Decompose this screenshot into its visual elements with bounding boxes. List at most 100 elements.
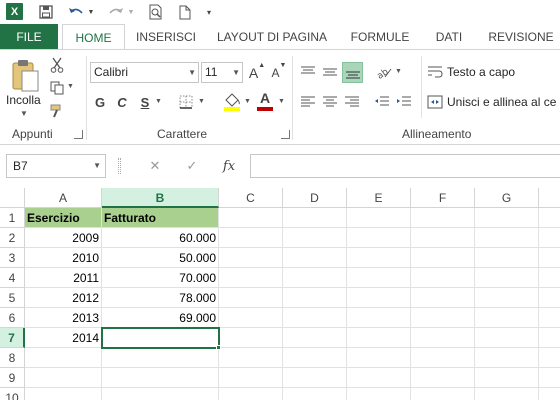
empty-cell[interactable] xyxy=(411,208,475,228)
empty-cell[interactable] xyxy=(411,328,475,348)
insert-function-icon[interactable]: fx xyxy=(218,156,240,176)
redo-dropdown-icon[interactable]: ▼ xyxy=(126,2,136,22)
align-left-icon[interactable] xyxy=(298,92,318,112)
print-preview-icon[interactable] xyxy=(146,2,166,22)
tab-formulas[interactable]: FORMULE xyxy=(344,24,416,50)
empty-cell[interactable] xyxy=(283,388,347,400)
empty-cell[interactable] xyxy=(475,348,539,368)
paste-dropdown-icon[interactable]: ▼ xyxy=(20,109,28,118)
cell-b4[interactable]: 70.000 xyxy=(102,268,219,288)
empty-cell[interactable] xyxy=(539,308,560,328)
orientation-dropdown-icon[interactable]: ▼ xyxy=(395,68,402,75)
empty-cell[interactable] xyxy=(411,308,475,328)
cell-a5[interactable]: 2012 xyxy=(25,288,102,308)
align-center-icon[interactable] xyxy=(320,92,340,112)
empty-cell[interactable] xyxy=(539,348,560,368)
empty-cell[interactable] xyxy=(475,288,539,308)
cell-b5[interactable]: 78.000 xyxy=(102,288,219,308)
decrease-indent-icon[interactable] xyxy=(372,92,392,112)
bold-button[interactable]: G xyxy=(92,92,108,112)
font-name-combo[interactable]: Calibri ▼ xyxy=(90,62,199,83)
align-right-icon[interactable] xyxy=(342,92,362,112)
copy-dropdown-icon[interactable]: ▼ xyxy=(67,83,74,90)
row-header-10[interactable]: 10 xyxy=(0,388,25,400)
empty-cell[interactable] xyxy=(539,328,560,348)
empty-cell[interactable] xyxy=(219,228,283,248)
empty-cell[interactable] xyxy=(411,388,475,400)
undo-dropdown-icon[interactable]: ▼ xyxy=(86,2,96,22)
merge-center-label[interactable]: Unisci e allinea al ce xyxy=(447,95,556,109)
empty-cell[interactable] xyxy=(283,208,347,228)
empty-cell[interactable] xyxy=(411,228,475,248)
empty-cell[interactable] xyxy=(347,328,411,348)
tab-review[interactable]: REVISIONE xyxy=(482,24,560,50)
borders-dropdown-icon[interactable]: ▼ xyxy=(198,98,205,105)
empty-cell[interactable] xyxy=(539,208,560,228)
select-all-corner[interactable] xyxy=(0,188,25,208)
empty-cell[interactable] xyxy=(347,248,411,268)
empty-cell[interactable] xyxy=(475,208,539,228)
borders-icon[interactable] xyxy=(178,93,194,111)
empty-cell[interactable] xyxy=(539,388,560,400)
cell-a4[interactable]: 2011 xyxy=(25,268,102,288)
font-color-button[interactable]: A xyxy=(256,90,274,112)
name-box[interactable]: B7 ▼ xyxy=(6,154,106,178)
enter-icon[interactable]: ✓ xyxy=(182,156,202,176)
empty-cell[interactable] xyxy=(411,288,475,308)
empty-cell[interactable] xyxy=(283,368,347,388)
cell-b2[interactable]: 60.000 xyxy=(102,228,219,248)
paste-label[interactable]: Incolla xyxy=(6,93,41,107)
fill-color-icon[interactable] xyxy=(222,90,242,112)
column-header-g[interactable]: G xyxy=(475,188,539,208)
empty-cell[interactable] xyxy=(25,348,102,368)
empty-cell[interactable] xyxy=(219,268,283,288)
empty-cell[interactable] xyxy=(347,268,411,288)
tab-file[interactable]: FILE xyxy=(0,24,58,50)
column-header-b[interactable]: B xyxy=(102,188,219,208)
column-header-a[interactable]: A xyxy=(25,188,102,208)
undo-icon[interactable] xyxy=(66,2,86,22)
font-launcher-icon[interactable] xyxy=(281,130,290,139)
row-header-4[interactable]: 4 xyxy=(0,268,25,288)
paste-icon[interactable] xyxy=(6,56,44,96)
tab-data[interactable]: DATI xyxy=(424,24,474,50)
empty-cell[interactable] xyxy=(283,288,347,308)
row-header-2[interactable]: 2 xyxy=(0,228,25,248)
empty-cell[interactable] xyxy=(411,348,475,368)
empty-cell[interactable] xyxy=(102,348,219,368)
formula-input[interactable] xyxy=(250,154,560,178)
empty-cell[interactable] xyxy=(219,288,283,308)
tab-page-layout[interactable]: LAYOUT DI PAGINA xyxy=(208,24,336,50)
empty-cell[interactable] xyxy=(347,388,411,400)
row-header-9[interactable]: 9 xyxy=(0,368,25,388)
cut-icon[interactable] xyxy=(48,56,66,74)
empty-cell[interactable] xyxy=(219,368,283,388)
align-top-icon[interactable] xyxy=(298,62,318,82)
empty-cell[interactable] xyxy=(347,308,411,328)
font-color-dropdown-icon[interactable]: ▼ xyxy=(278,98,285,105)
align-bottom-icon[interactable] xyxy=(342,62,363,83)
shrink-font-button[interactable]: A ▼ xyxy=(270,62,288,83)
row-header-1[interactable]: 1 xyxy=(0,208,25,228)
empty-cell[interactable] xyxy=(25,388,102,400)
empty-cell[interactable] xyxy=(283,348,347,368)
cell-b1[interactable]: Fatturato xyxy=(102,208,219,228)
tab-home[interactable]: HOME xyxy=(62,24,125,51)
empty-cell[interactable] xyxy=(411,248,475,268)
empty-cell[interactable] xyxy=(475,268,539,288)
row-header-5[interactable]: 5 xyxy=(0,288,25,308)
empty-cell[interactable] xyxy=(539,368,560,388)
fill-handle[interactable] xyxy=(216,345,221,350)
empty-cell[interactable] xyxy=(283,248,347,268)
empty-cell[interactable] xyxy=(283,228,347,248)
empty-cell[interactable] xyxy=(219,348,283,368)
empty-cell[interactable] xyxy=(475,368,539,388)
cell-b6[interactable]: 69.000 xyxy=(102,308,219,328)
column-header-c[interactable]: C xyxy=(219,188,283,208)
resize-handle[interactable] xyxy=(118,158,121,174)
save-icon[interactable] xyxy=(36,2,56,22)
empty-cell[interactable] xyxy=(347,208,411,228)
column-header-d[interactable]: D xyxy=(283,188,347,208)
empty-cell[interactable] xyxy=(539,288,560,308)
empty-cell[interactable] xyxy=(219,248,283,268)
